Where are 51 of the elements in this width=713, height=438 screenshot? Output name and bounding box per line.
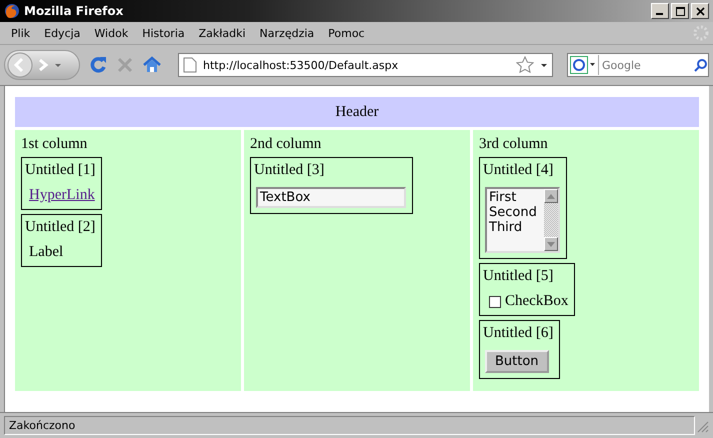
maximize-icon[interactable] [671,3,689,19]
search-engine-icon[interactable] [570,56,596,74]
menu-item[interactable]: Historia [135,24,192,42]
down-arrow-icon [547,242,555,246]
hyperlink[interactable]: HyperLink [29,187,95,204]
panel-title: Untitled [6] [483,325,554,342]
list-item[interactable]: First [489,190,542,205]
star-icon[interactable] [516,56,534,74]
menu-item[interactable]: Widok [87,24,136,42]
back-forward-button[interactable] [4,50,80,80]
window-title: Mozilla Firefox [24,4,124,18]
list-box[interactable]: First Second Third [485,187,560,253]
close-icon[interactable] [691,3,709,19]
reload-icon[interactable] [88,55,108,75]
throbber-icon [693,25,709,41]
text-field[interactable]: TextBox [256,187,406,208]
dropdown-caret-icon[interactable] [540,61,548,69]
panel-title: Untitled [2] [25,219,96,236]
panel-title: Untitled [5] [483,268,554,285]
page-icon [183,57,197,73]
home-icon[interactable] [142,55,162,75]
panel-title: Untitled [4] [483,162,554,179]
checkbox-label: CheckBox [505,293,568,310]
menu-item[interactable]: Plik [4,24,38,42]
column-title: 1st column [21,136,88,153]
address-field[interactable]: http://localhost:53500/Default.aspx [178,53,553,77]
checkbox[interactable] [489,296,501,308]
column-title: 3rd column [479,136,548,153]
header-text: Header [335,104,379,120]
search-icon[interactable] [694,58,708,72]
panel-title: Untitled [1] [25,162,96,179]
resize-grip-icon[interactable] [695,418,709,432]
menu-item[interactable]: Edycja [37,24,88,42]
status-text: Zakończono [4,416,695,435]
up-arrow-icon [547,194,555,198]
scroll-down-button[interactable] [544,237,558,251]
minimize-icon[interactable] [651,3,669,19]
button[interactable]: Button [485,350,549,373]
scroll-up-button[interactable] [544,189,558,203]
list-item[interactable]: Third [489,220,542,235]
label-text: Label [29,244,64,261]
column-title: 2nd column [250,136,322,153]
menu-item[interactable]: Narzędzia [252,24,322,42]
search-bar[interactable]: Google [567,53,709,77]
menu-item[interactable]: Pomoc [321,24,372,42]
panel-title: Untitled [3] [254,162,324,179]
back-icon[interactable] [7,52,33,78]
scrollbar[interactable] [544,189,558,251]
list-item[interactable]: Second [489,205,542,220]
firefox-logo-icon [4,3,20,19]
menu-item[interactable]: Zakładki [192,24,253,42]
